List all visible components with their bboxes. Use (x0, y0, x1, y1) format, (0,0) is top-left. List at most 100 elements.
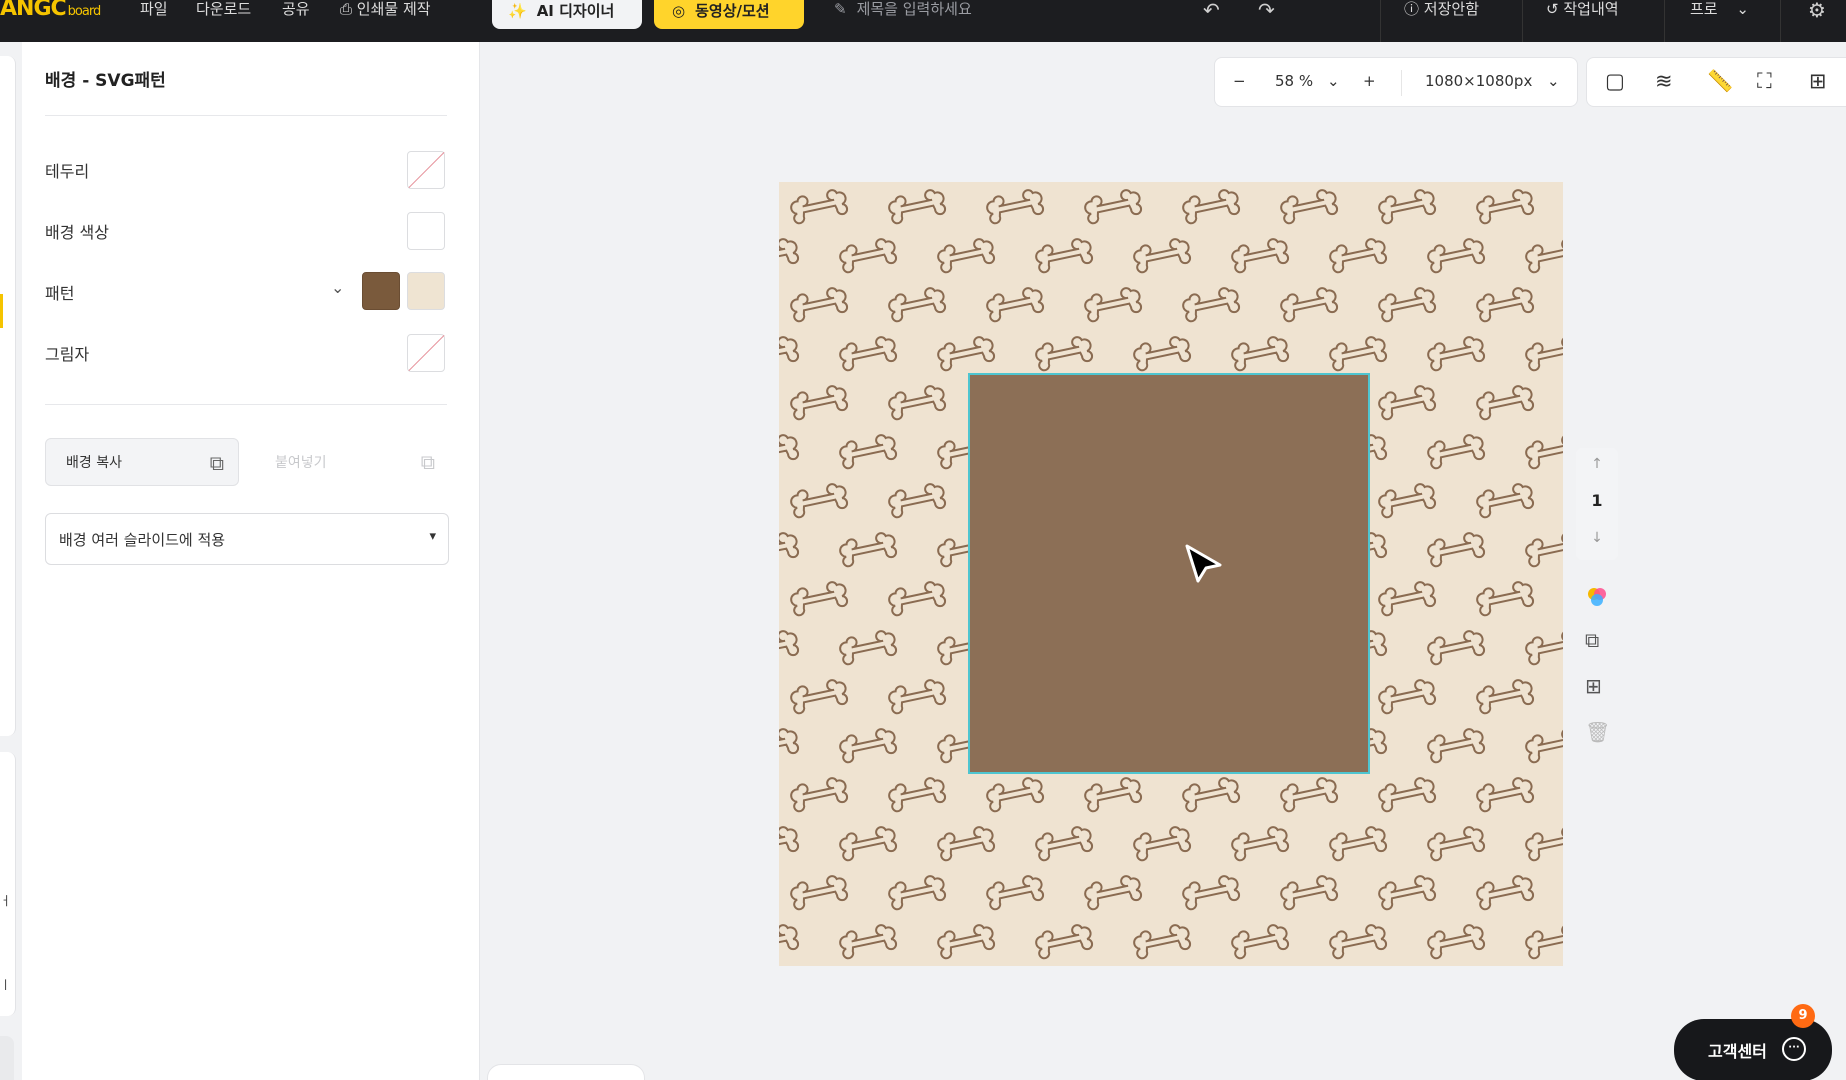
sidebar-tab-fragment[interactable]: ㅓ (0, 892, 11, 909)
menu-file[interactable]: 파일 (140, 0, 168, 19)
chevron-down-icon: ▾ (429, 529, 436, 544)
bone-shape (1427, 532, 1486, 568)
bone-shape (1280, 777, 1339, 813)
redo-icon[interactable]: ↷ (1258, 0, 1275, 22)
bone-shape (1231, 336, 1290, 372)
bone-shape (1525, 826, 1563, 862)
bone-shape (1476, 287, 1535, 323)
pattern-secondary-swatch[interactable] (407, 272, 445, 310)
bone-shape (1133, 924, 1192, 960)
paste-icon: ⧉ (420, 450, 435, 474)
bg-color-label: 배경 색상 (45, 223, 109, 242)
bone-shape (1378, 287, 1437, 323)
bone-shape (790, 483, 849, 519)
app-logo[interactable]: ANGC board (0, 0, 101, 21)
sidebar-tab-fragment[interactable]: ㅣ (0, 976, 11, 993)
bone-shape (790, 581, 849, 617)
bone-shape (937, 924, 996, 960)
chevron-down-icon[interactable]: ⌄ (331, 278, 344, 297)
divider (45, 115, 447, 116)
topbar-divider (1780, 0, 1781, 42)
bone-shape (779, 924, 800, 960)
shadow-color-swatch[interactable] (407, 334, 445, 372)
bone-shape (1525, 924, 1563, 960)
add-page-icon[interactable]: ⊞ (1585, 674, 1602, 698)
bone-shape (1525, 336, 1563, 372)
selected-shape[interactable] (968, 373, 1370, 774)
bone-shape (888, 581, 947, 617)
page-down-icon[interactable]: ↓ (1576, 530, 1618, 546)
paste-background-button[interactable]: 붙여넣기 ⧉ (255, 438, 449, 486)
layers-icon[interactable]: ≋ (1655, 69, 1673, 93)
bg-color-swatch[interactable] (407, 212, 445, 250)
bone-shape (1476, 777, 1535, 813)
chat-icon: ··· (1782, 1037, 1806, 1061)
bone-shape (779, 434, 800, 470)
bone-shape (888, 777, 947, 813)
bone-shape (937, 238, 996, 274)
bone-shape (1476, 875, 1535, 911)
canvas-size[interactable]: 1080×1080px (1425, 72, 1532, 90)
bone-shape (1378, 679, 1437, 715)
bone-shape (790, 189, 849, 225)
sidebar-footer[interactable] (0, 1036, 14, 1080)
copy-background-button[interactable]: 배경 복사 ⧉ (45, 438, 239, 486)
bottom-tab[interactable] (487, 1064, 645, 1080)
zoom-toolbar: − 58 % ⌄ + 1080×1080px ⌄ (1214, 57, 1578, 107)
pattern-primary-swatch[interactable] (362, 272, 400, 310)
mouse-cursor-icon (1185, 544, 1222, 583)
ai-designer-button[interactable]: ✨ AI 디자이너 (492, 0, 642, 29)
bone-shape (1476, 483, 1535, 519)
border-color-swatch[interactable] (407, 151, 445, 189)
ruler-icon[interactable]: 📏 (1707, 69, 1733, 94)
plan-dropdown[interactable]: 프로 ⌄ (1690, 0, 1749, 19)
bone-shape (779, 532, 800, 568)
chevron-down-icon[interactable]: ⌄ (1327, 72, 1340, 90)
bone-shape (790, 777, 849, 813)
bone-shape (1084, 287, 1143, 323)
bone-shape (1280, 287, 1339, 323)
customer-center-button[interactable]: 고객센터 ··· (1674, 1019, 1832, 1080)
bone-shape (1378, 875, 1437, 911)
menu-print[interactable]: ⎙ 인쇄물 제작 (340, 0, 431, 19)
bone-shape (937, 826, 996, 862)
bone-shape (1280, 875, 1339, 911)
divider (1401, 70, 1402, 96)
history-button[interactable]: ↺ 작업내역 (1546, 0, 1619, 19)
active-tab-indicator (0, 294, 3, 328)
bone-shape (1133, 336, 1192, 372)
title-input[interactable]: ✎ 제목을 입력하세요 (834, 0, 972, 19)
video-motion-button[interactable]: ◎ 동영상/모션 (654, 0, 804, 29)
color-palette-icon[interactable] (1585, 585, 1609, 614)
bone-shape (1084, 189, 1143, 225)
zoom-value[interactable]: 58 % (1275, 72, 1313, 90)
bone-shape (839, 630, 898, 666)
grid-view-icon[interactable]: ⊞ (1809, 69, 1827, 93)
fit-frame-icon[interactable]: ⛶ (1757, 69, 1772, 94)
menu-download[interactable]: 다운로드 (196, 0, 251, 19)
bone-shape (1427, 336, 1486, 372)
bone-shape (1378, 483, 1437, 519)
save-status-button[interactable]: ⓘ 저장안함 (1404, 0, 1479, 19)
zoom-out-icon[interactable]: − (1233, 72, 1246, 90)
zoom-in-icon[interactable]: + (1363, 72, 1376, 90)
chevron-down-icon[interactable]: ⌄ (1547, 72, 1560, 90)
bone-shape (1525, 238, 1563, 274)
undo-icon[interactable]: ↶ (1203, 0, 1220, 22)
settings-icon[interactable]: ⚙ (1808, 0, 1826, 22)
bone-shape (1035, 924, 1094, 960)
bone-shape (986, 777, 1045, 813)
bone-shape (1329, 336, 1388, 372)
page-up-icon[interactable]: ↑ (1576, 456, 1618, 472)
pattern-label: 패턴 (45, 284, 75, 303)
border-label: 테두리 (45, 162, 90, 181)
menu-share[interactable]: 공유 (282, 0, 310, 19)
trash-icon[interactable]: 🗑 (1585, 720, 1610, 744)
bone-shape (888, 189, 947, 225)
apply-to-slides-select[interactable]: 배경 여러 슬라이드에 적용 ▾ (45, 513, 449, 565)
duplicate-icon[interactable]: ⧉ (1585, 628, 1599, 652)
bone-shape (1476, 189, 1535, 225)
topbar-divider (1522, 0, 1523, 42)
sticker-icon[interactable]: ▢ (1605, 69, 1625, 93)
bone-shape (1035, 826, 1094, 862)
